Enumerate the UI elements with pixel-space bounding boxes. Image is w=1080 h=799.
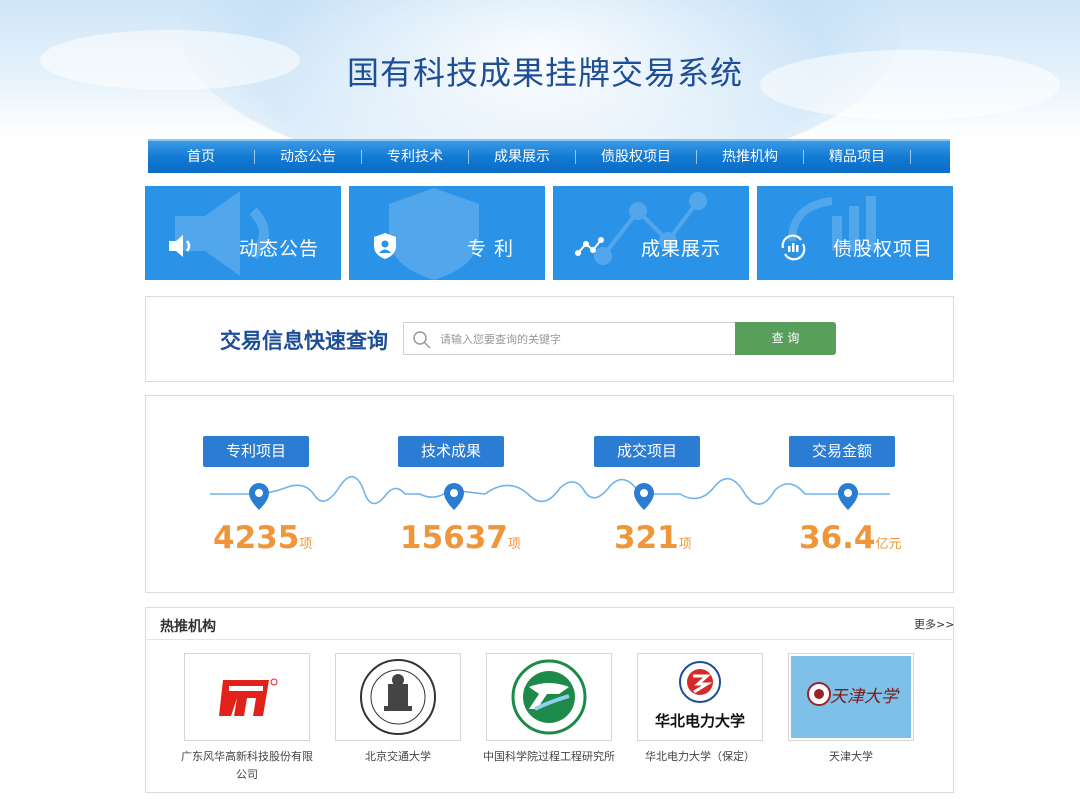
stat-value-deals: 321项 [614, 520, 692, 556]
stat-label-patents: 专利项目 [203, 436, 309, 467]
stat-unit: 项 [507, 537, 521, 552]
search-input[interactable] [438, 323, 732, 356]
tile-label: 债股权项目 [833, 238, 934, 260]
feature-tiles: 动态公告 专 利 成果展示 债股权项目 [145, 186, 953, 280]
stat-number: 4235 [213, 520, 300, 556]
shield-icon [374, 233, 396, 259]
stat-label-deals: 成交项目 [594, 436, 700, 467]
speaker-icon [169, 235, 191, 257]
institution-logo-card[interactable]: 天津大学 [788, 653, 914, 741]
tju-logo: 天津大学 [791, 656, 911, 738]
nav-divider [910, 150, 911, 164]
page-header: 国有科技成果挂牌交易系统 [0, 0, 1080, 140]
wave-decoration [210, 476, 890, 505]
ipe-cas-logo [511, 659, 587, 735]
stat-value-amount: 36.4亿元 [799, 520, 902, 556]
panel-divider [146, 639, 952, 640]
tile-label: 动态公告 [239, 238, 320, 260]
location-pin-icon [444, 483, 464, 510]
svg-text:天津大学: 天津大学 [830, 687, 900, 707]
stat-unit: 亿元 [875, 537, 902, 552]
network-icon [575, 237, 604, 256]
location-pin-icon [838, 483, 858, 510]
institution-logo-card[interactable]: 华北电力大学 [637, 653, 763, 741]
search-button[interactable]: 查 询 [735, 322, 836, 355]
more-link[interactable]: 更多>> [914, 616, 954, 632]
search-icon [413, 331, 431, 349]
stat-value-patents: 4235项 [213, 520, 312, 556]
institutions-title: 热推机构 [160, 619, 216, 635]
institution-logo-card[interactable] [184, 653, 310, 741]
nav-item-featured[interactable]: 精品项目 [804, 141, 910, 173]
bjtu-seal-logo [360, 659, 436, 735]
stat-number: 321 [614, 520, 679, 556]
tile-label: 成果展示 [641, 238, 722, 260]
institution-name: 天津大学 [829, 750, 873, 763]
nav-item-announcements[interactable]: 动态公告 [255, 141, 361, 173]
stat-value-achievements: 15637项 [400, 520, 521, 556]
stat-unit: 项 [678, 537, 692, 552]
nav-item-achievements[interactable]: 成果展示 [469, 141, 575, 173]
location-pin-icon [634, 483, 654, 510]
institution-logo-card[interactable] [335, 653, 461, 741]
tile-debt-equity[interactable]: 债股权项目 [757, 186, 953, 280]
institution-name: 北京交通大学 [365, 750, 431, 763]
tile-achievements[interactable]: 成果展示 [553, 186, 749, 280]
nav-item-home[interactable]: 首页 [148, 141, 254, 173]
institution-name: 中国科学院过程工程研究所 [483, 750, 615, 763]
institution-name: 华北电力大学（保定） [645, 750, 755, 763]
nav-item-patents[interactable]: 专利技术 [362, 141, 468, 173]
institution-logo-card[interactable] [486, 653, 612, 741]
institution-name: 广东风华高新科技股份有限公司 [181, 750, 313, 781]
search-box [403, 322, 735, 356]
stat-unit: 项 [299, 537, 313, 552]
nav-item-debt-equity[interactable]: 债股权项目 [576, 141, 696, 173]
main-nav: 首页 动态公告 专利技术 成果展示 债股权项目 热推机构 精品项目 [148, 139, 950, 173]
chart-refresh-icon [781, 234, 806, 261]
stat-number: 36.4 [799, 520, 876, 556]
location-pin-icon [249, 483, 269, 510]
tile-announcements[interactable]: 动态公告 [145, 186, 341, 280]
tile-label: 专 利 [467, 238, 515, 260]
site-title: 国有科技成果挂牌交易系统 [346, 54, 743, 92]
stat-label-achievements: 技术成果 [398, 436, 504, 467]
svg-text:华北电力大学: 华北电力大学 [655, 712, 745, 730]
search-title: 交易信息快速查询 [220, 329, 388, 353]
tile-patents[interactable]: 专 利 [349, 186, 545, 280]
ncepu-logo: 华北电力大学 [655, 661, 745, 730]
stat-number: 15637 [400, 520, 508, 556]
fenghua-logo [219, 678, 278, 716]
stat-label-amount: 交易金额 [789, 436, 895, 467]
nav-item-institutions[interactable]: 热推机构 [697, 141, 803, 173]
